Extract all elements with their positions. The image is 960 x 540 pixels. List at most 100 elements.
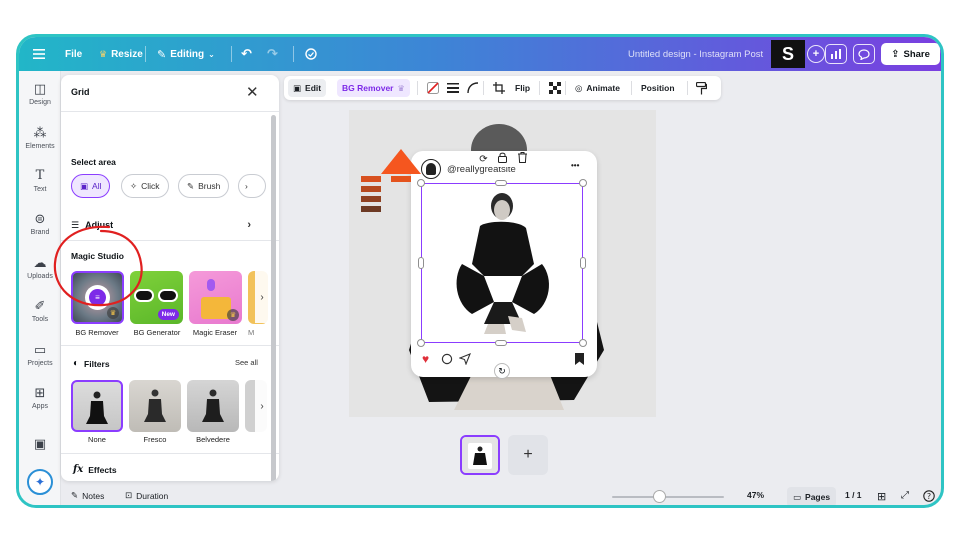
close-icon[interactable]: ✕ — [246, 83, 259, 101]
menu-icon[interactable] — [33, 37, 45, 71]
chip-scroll-right[interactable]: › — [238, 174, 266, 198]
divider — [687, 81, 688, 95]
filter-belvedere-tile[interactable] — [187, 380, 239, 432]
annotation-circle — [53, 225, 143, 307]
share-button[interactable]: ⇪ Share — [881, 43, 940, 65]
filter-fresco-tile[interactable] — [129, 380, 181, 432]
no-fill-icon[interactable] — [422, 79, 444, 97]
zoom-slider-handle[interactable] — [653, 490, 666, 503]
rail-item-elements[interactable]: ⁂ Elements — [19, 125, 61, 150]
rail-item-design[interactable]: ◫ Design — [19, 81, 61, 106]
resize-handle[interactable] — [417, 339, 425, 347]
annotation-arrow-stripe — [361, 176, 381, 182]
magic-eraser-tile[interactable]: ♛ — [189, 271, 242, 324]
filters-see-all-link[interactable]: See all — [235, 358, 258, 367]
logo-letter: S — [781, 43, 794, 64]
undo-icon[interactable]: ↶ — [241, 37, 252, 71]
page-thumbnail[interactable] — [460, 435, 500, 475]
tile-label: M — [248, 328, 255, 337]
eraser-icon — [207, 279, 215, 291]
resize-handle[interactable] — [417, 179, 425, 187]
tile-label: Belvedere — [196, 435, 230, 444]
pages-icon: ▭ — [793, 491, 802, 502]
border-style-icon[interactable] — [442, 79, 464, 97]
position-button[interactable]: Position — [636, 79, 680, 97]
crown-icon: ♛ — [227, 309, 239, 321]
pages-button[interactable]: ▭ Pages — [787, 487, 837, 505]
file-menu[interactable]: File — [65, 37, 82, 71]
trash-icon[interactable] — [517, 152, 527, 166]
filter-none-tile[interactable] — [71, 380, 123, 432]
divider — [483, 81, 484, 95]
bg-remover-button[interactable]: BG Remover ♛ — [337, 79, 410, 97]
rail-item-apps[interactable]: ⊞ Apps — [19, 385, 61, 410]
person-thumbnail — [144, 389, 166, 422]
corner-rounding-icon[interactable] — [462, 79, 484, 97]
resize-button[interactable]: ♛ Resize — [99, 37, 143, 71]
resize-handle[interactable] — [495, 340, 507, 346]
file-label: File — [65, 48, 83, 60]
divider — [417, 81, 418, 95]
flip-label: Flip — [515, 83, 531, 93]
select-brush-chip[interactable]: ✎ Brush — [178, 174, 230, 198]
zoom-level[interactable]: 47% — [747, 490, 764, 500]
resize-handle[interactable] — [580, 257, 586, 269]
lock-icon[interactable] — [498, 152, 508, 166]
add-collaborator-icon[interactable]: + — [807, 45, 825, 63]
redo-icon[interactable]: ↷ — [267, 37, 278, 71]
rail-label: Tools — [31, 316, 49, 323]
notes-button[interactable]: ✎ Notes — [71, 490, 104, 501]
fullscreen-icon[interactable]: ⤢ — [901, 490, 909, 501]
zoom-slider[interactable] — [612, 496, 724, 498]
grid-view-icon[interactable]: ⊞ — [877, 490, 886, 503]
select-area-label: Select area — [71, 157, 116, 167]
heart-icon[interactable]: ♥ — [422, 352, 429, 366]
comment-icon[interactable] — [441, 352, 453, 370]
add-page-button[interactable]: + — [508, 435, 548, 475]
crown-icon: ♛ — [99, 48, 108, 59]
paint-roller-icon[interactable] — [691, 79, 712, 97]
cloud-save-icon[interactable] — [304, 37, 318, 71]
resize-handle[interactable] — [579, 339, 587, 347]
replace-icon[interactable]: ⟳ — [479, 154, 487, 165]
bookmark-icon[interactable] — [575, 352, 584, 370]
resize-handle[interactable] — [495, 180, 507, 186]
select-all-chip[interactable]: ▣ All — [71, 174, 111, 198]
crop-icon[interactable] — [488, 79, 510, 97]
chevron-right-icon[interactable]: › — [255, 380, 269, 432]
send-icon[interactable] — [458, 352, 471, 370]
svg-text:?: ? — [927, 492, 931, 501]
rotate-icon[interactable]: ↻ — [494, 363, 510, 379]
rail-item-projects[interactable]: ▭ Projects — [19, 342, 61, 367]
document-title[interactable]: Untitled design - Instagram Post — [628, 37, 763, 71]
new-badge: New — [157, 309, 179, 320]
flip-button[interactable]: Flip — [510, 79, 535, 97]
magic-sparkle-icon[interactable]: ✦ — [27, 469, 53, 495]
panel-scrollbar[interactable] — [271, 115, 276, 481]
rail-item-text[interactable]: T Text — [19, 168, 61, 193]
shapes-icon: ⁂ — [33, 125, 47, 140]
duration-button[interactable]: ⊡ Duration — [125, 490, 168, 501]
more-options-icon[interactable]: ••• — [571, 161, 579, 170]
resize-handle[interactable] — [579, 179, 587, 187]
comment-icon[interactable] — [853, 44, 875, 64]
divider — [61, 453, 279, 454]
crown-icon: ♛ — [397, 83, 405, 93]
insights-icon[interactable] — [825, 44, 847, 64]
edit-image-button[interactable]: ▣ Edit — [288, 79, 327, 97]
select-click-chip[interactable]: ✧ Click — [121, 174, 169, 198]
avatar — [421, 159, 441, 179]
transparency-icon[interactable] — [544, 79, 566, 97]
rail-label: Text — [33, 186, 47, 193]
rail-label: Design — [29, 99, 51, 106]
resize-handle[interactable] — [418, 257, 424, 269]
rail-item-more[interactable]: ▣ — [19, 436, 61, 454]
top-bar: File ♛ Resize ✎ Editing ⌄ ↶ ↷ Untitled d… — [19, 37, 941, 71]
editing-mode-button[interactable]: ✎ Editing ⌄ — [157, 37, 215, 71]
apps-grid-icon: ⊞ — [34, 385, 46, 400]
help-icon[interactable]: ? — [923, 490, 935, 502]
animate-button[interactable]: ◎ Animate — [570, 79, 625, 97]
chevron-right-icon[interactable]: › — [255, 271, 269, 323]
tile-label: Fresco — [143, 435, 167, 444]
image-icon: ▣ — [293, 82, 302, 93]
